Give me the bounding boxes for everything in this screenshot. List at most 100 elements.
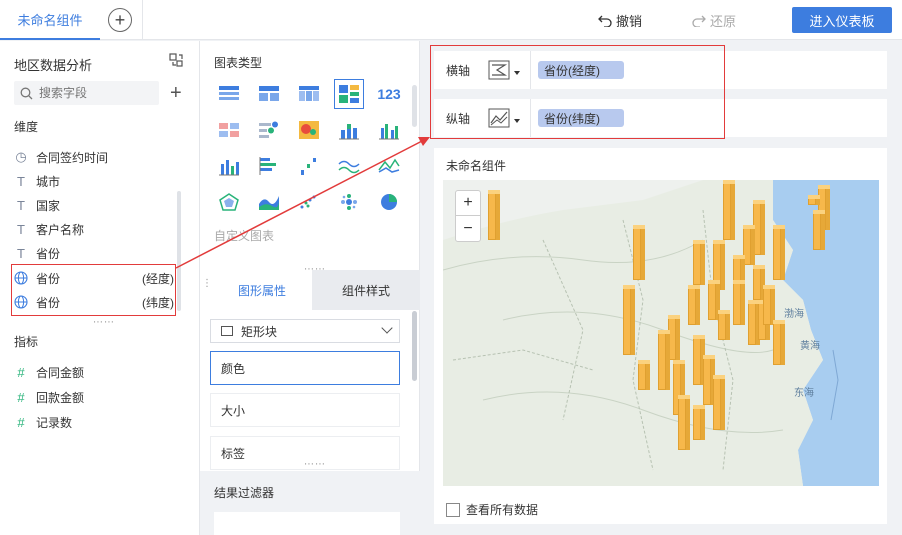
column-chart-icon[interactable]	[214, 151, 244, 181]
rect-block-chart-icon[interactable]	[334, 79, 364, 109]
tab-shape-properties[interactable]: 图形属性	[212, 270, 312, 310]
view-all-data-toggle[interactable]: 查看所有数据	[446, 501, 538, 518]
dimension-item-latitude[interactable]: 省份 (纬度)	[14, 291, 174, 313]
gantt-chart-icon[interactable]	[254, 115, 284, 145]
x-axis-field-pill[interactable]: 省份(经度)	[538, 61, 624, 79]
crosstab-chart-icon[interactable]	[254, 79, 284, 109]
axis-divider	[530, 99, 531, 137]
size-property[interactable]: 大小	[210, 393, 400, 427]
redo-button[interactable]: 还原	[692, 11, 736, 30]
grouped-column-icon[interactable]	[374, 115, 404, 145]
redo-icon	[692, 15, 706, 27]
map-bar[interactable]	[763, 285, 775, 325]
detail-table-icon[interactable]	[294, 79, 324, 109]
map-bar[interactable]	[623, 285, 635, 355]
map-view[interactable]: + − 渤海 黄海 东海	[443, 180, 879, 486]
bubble-chart-icon[interactable]	[334, 187, 364, 217]
pie-chart-icon[interactable]	[374, 187, 404, 217]
text-icon: T	[17, 173, 25, 189]
chevron-down-icon[interactable]	[514, 71, 520, 75]
step-column-icon[interactable]	[294, 151, 324, 181]
dimension-item[interactable]: T 省份	[14, 242, 174, 264]
text-icon: T	[17, 221, 25, 237]
map-bar[interactable]	[773, 225, 785, 280]
map-bar[interactable]	[633, 225, 645, 280]
field-search[interactable]	[14, 81, 159, 105]
dimension-item-longitude[interactable]: 省份 (经度)	[14, 267, 174, 289]
dimension-scrollbar[interactable]	[177, 191, 181, 311]
result-filter-drop-area[interactable]	[214, 512, 400, 535]
chart-type-scrollbar[interactable]	[412, 85, 417, 127]
enter-dashboard-button[interactable]: 进入仪表板	[792, 7, 892, 33]
chevron-down-icon[interactable]	[514, 119, 520, 123]
add-field-button[interactable]: +	[170, 81, 182, 105]
resize-handle[interactable]: ⋯⋯	[304, 265, 326, 275]
map-bar[interactable]	[713, 375, 725, 430]
property-tabs: ⋮ 图形属性 组件样式 ⋯⋯	[200, 265, 420, 310]
map-bar[interactable]	[773, 320, 785, 365]
measure-item[interactable]: # 回款金额	[14, 386, 174, 408]
tab-unnamed-component[interactable]: 未命名组件	[0, 0, 100, 40]
measure-item[interactable]: # 记录数	[14, 411, 174, 433]
mark-type-select[interactable]: 矩形块	[210, 319, 400, 343]
zoom-in-button[interactable]: +	[456, 191, 480, 216]
map-bar[interactable]	[693, 405, 705, 440]
color-property[interactable]: 颜色	[210, 351, 400, 385]
map-bar[interactable]	[718, 310, 730, 340]
table-chart-icon[interactable]	[214, 79, 244, 109]
stacked-column-icon[interactable]	[334, 115, 364, 145]
map-bar[interactable]	[813, 210, 825, 250]
y-axis-field-pill[interactable]: 省份(纬度)	[538, 109, 624, 127]
heatmap-chart-icon[interactable]	[294, 115, 324, 145]
undo-icon	[598, 15, 612, 27]
zoom-out-button[interactable]: −	[456, 216, 480, 241]
polygon-chart-icon[interactable]	[214, 187, 244, 217]
dimension-item[interactable]: T 国家	[14, 194, 174, 216]
y-axis-row: 纵轴 省份(纬度)	[434, 99, 887, 137]
undo-button[interactable]: 撤销	[598, 11, 642, 30]
sea-label: 黄海	[800, 341, 820, 352]
map-bar[interactable]	[688, 285, 700, 325]
map-bar[interactable]	[488, 190, 500, 240]
resize-handle[interactable]: ⋯⋯	[93, 318, 115, 328]
line-chart-icon[interactable]	[334, 151, 364, 181]
checkbox[interactable]	[446, 502, 460, 517]
map-bar[interactable]	[658, 330, 670, 390]
map-bar[interactable]	[723, 180, 735, 240]
map-bar[interactable]	[638, 360, 650, 390]
area-chart-icon[interactable]	[254, 187, 284, 217]
sea-label: 渤海	[784, 309, 804, 320]
number-table-icon[interactable]	[214, 115, 244, 145]
map-bar[interactable]	[678, 395, 690, 450]
measures-heading: 指标	[14, 335, 39, 349]
dimension-item[interactable]: T 客户名称	[14, 218, 174, 240]
add-tab-button[interactable]: +	[108, 8, 132, 32]
axis-type-icon[interactable]	[488, 108, 510, 128]
globe-icon	[14, 271, 28, 285]
kpi-number-icon[interactable]: 123	[374, 79, 404, 109]
measure-item[interactable]: # 合同金额	[14, 361, 174, 383]
search-input[interactable]	[39, 86, 149, 100]
resize-handle[interactable]: ⋯⋯	[304, 460, 326, 470]
axis-type-icon[interactable]	[488, 60, 510, 80]
scatter-chart-icon[interactable]	[294, 187, 324, 217]
dimension-item[interactable]: T 城市	[14, 170, 174, 192]
zoom-control: + −	[455, 190, 481, 242]
map-bar[interactable]	[693, 240, 705, 285]
dimension-item[interactable]: ◷ 合同签约时间	[14, 146, 174, 168]
switch-dataset-icon[interactable]	[168, 52, 184, 68]
map-bar[interactable]	[733, 280, 745, 325]
dimensions-heading: 维度	[14, 120, 39, 134]
radar-chart-icon[interactable]	[374, 151, 404, 181]
chart-config-panel: 图表类型 123 自定义图表 ⋮ 图形属性 组件样式 ⋯⋯ 矩形块 颜色 大小 …	[200, 41, 420, 535]
bar-chart-icon[interactable]	[254, 151, 284, 181]
custom-chart-label[interactable]: 自定义图表	[214, 227, 274, 244]
dimension-label: 客户名称	[36, 222, 85, 237]
property-scrollbar[interactable]	[412, 311, 417, 381]
widget-title[interactable]: 未命名组件	[446, 157, 506, 174]
text-icon: T	[17, 197, 25, 213]
dimension-label: 省份	[36, 271, 61, 286]
map-bar[interactable]	[808, 195, 820, 205]
mark-type-value: 矩形块	[241, 324, 278, 339]
tab-component-style[interactable]: 组件样式	[312, 270, 420, 310]
